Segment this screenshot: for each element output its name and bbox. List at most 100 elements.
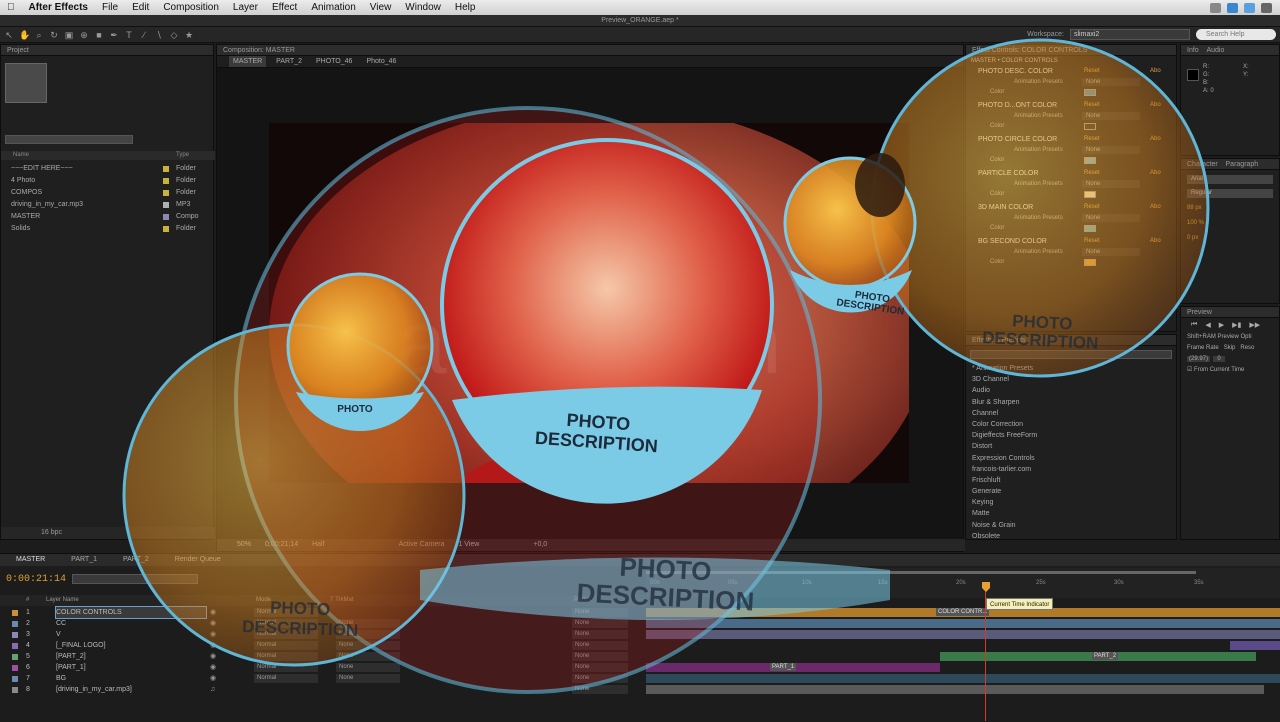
tab-part2[interactable]: PART_2 [123,554,149,566]
preset-category[interactable]: Digieffects FreeForm [966,430,1176,441]
preset-category[interactable]: Expression Controls [966,453,1176,464]
puppet-tool-icon[interactable]: ★ [184,30,194,40]
color-swatch[interactable] [1084,191,1096,198]
layer-label-color[interactable] [12,632,18,638]
layer-parent-select[interactable]: None [572,630,628,639]
preset-category[interactable]: Obsolete [966,531,1176,542]
audio-speaker-icon[interactable]: ♫ [210,684,215,695]
frame-rate-select[interactable]: (29.97) [1187,356,1211,362]
font-size-field[interactable]: 88 px [1187,203,1273,213]
color-swatch[interactable] [1084,89,1096,96]
about-button[interactable]: Abo [1150,102,1161,108]
menu-window[interactable]: Window [398,2,448,13]
layer-trkmat-select[interactable]: None [336,663,400,672]
preset-category[interactable]: francois-tarlier.com [966,464,1176,475]
visibility-eye-icon[interactable]: ◉ [210,640,216,651]
reset-button[interactable]: Reset [1084,204,1100,210]
font-family-select[interactable]: Arial [1187,175,1273,184]
visibility-eye-icon[interactable]: ◉ [210,651,216,662]
layer-mode-select[interactable]: Normal [254,641,318,650]
layer-label-color[interactable] [12,687,18,693]
ram-preview-options[interactable]: Shift+RAM Preview Opti [1181,332,1279,343]
layer-mode-select[interactable]: Normal [254,652,318,661]
layer-parent-select[interactable]: None [572,608,628,617]
reset-button[interactable]: Reset [1084,170,1100,176]
layer-label-color[interactable] [12,643,18,649]
layer-label-color[interactable] [12,654,18,660]
color-swatch[interactable] [1084,157,1096,164]
menu-effect[interactable]: Effect [265,2,304,13]
workspace-select[interactable]: slimaxi2 [1070,29,1190,40]
work-area-bar[interactable] [646,571,1196,574]
anim-presets-select[interactable]: None [1082,180,1140,188]
ram-preview-icon[interactable]: ▶▶ [1249,321,1260,329]
layer-name[interactable]: CC [56,618,206,629]
reset-button[interactable]: Reset [1084,68,1100,74]
color-swatch[interactable] [1084,123,1096,130]
comp-timecode[interactable]: 0;00;21;14 [265,539,298,551]
baseline-field[interactable]: 0 px [1187,233,1273,243]
pen-tool-icon[interactable]: ✒ [109,30,119,40]
effect-name[interactable]: 3D MAIN COLOR [978,204,1033,211]
hand-tool-icon[interactable]: ✋ [19,30,30,40]
preset-category[interactable]: * Animation Presets [966,363,1176,374]
visibility-eye-icon[interactable]: ◉ [210,673,216,684]
menu-layer[interactable]: Layer [226,2,265,13]
about-button[interactable]: Abo [1150,238,1161,244]
skip-select[interactable]: 0 [1213,356,1225,362]
effect-name[interactable]: PARTICLE COLOR [978,170,1038,177]
menu-app[interactable]: After Effects [22,2,95,13]
layer-duration-bar[interactable] [1230,641,1280,650]
layer-row[interactable]: 3 V ◉ Normal None None [0,629,1280,640]
zoom-select[interactable]: 50% [237,539,251,551]
visibility-eye-icon[interactable]: ◉ [210,618,216,629]
offset-value[interactable]: +0,0 [533,539,547,551]
view-select[interactable]: 1 View [458,539,479,551]
visibility-eye-icon[interactable]: ◉ [210,607,216,618]
anim-presets-select[interactable]: None [1082,78,1140,86]
project-item[interactable]: Solids Folder [1,223,215,235]
preset-category[interactable]: Distort [966,441,1176,452]
text-tool-icon[interactable]: T [124,30,134,40]
project-item[interactable]: MASTER Compo [1,211,215,223]
composition-canvas[interactable]: activeden [269,123,909,483]
next-frame-icon[interactable]: ▶▮ [1232,321,1241,329]
color-swatch[interactable] [1084,225,1096,232]
preset-category[interactable]: Channel [966,408,1176,419]
tab-character[interactable]: Character [1187,161,1218,168]
layer-parent-select[interactable]: None [572,685,628,694]
layer-name[interactable]: V [56,629,206,640]
menu-view[interactable]: View [363,2,399,13]
layer-row[interactable]: 8 [driving_in_my_car.mp3] ♫ None [0,684,1280,695]
col-mode[interactable]: Mode [256,595,271,606]
status-icon-1[interactable] [1210,2,1221,13]
tab-render-queue[interactable]: Render Queue [175,554,221,566]
layer-trkmat-select[interactable]: None [336,641,400,650]
crumb-master[interactable]: MASTER [229,56,267,67]
col-trkmat[interactable]: T TrkMat [330,595,354,606]
effect-name[interactable]: PHOTO D...ONT COLOR [978,102,1057,109]
project-item[interactable]: driving_in_my_car.mp3 MP3 [1,199,215,211]
layer-parent-select[interactable]: None [572,674,628,683]
layer-name[interactable]: [PART_2] [56,651,206,662]
twitter-icon[interactable] [1244,2,1255,13]
reset-button[interactable]: Reset [1084,102,1100,108]
reset-button[interactable]: Reset [1084,238,1100,244]
anim-presets-select[interactable]: None [1082,146,1140,154]
layer-row[interactable]: 4 [_FINAL LOGO] ◉ Normal None None [0,640,1280,651]
tab-master[interactable]: MASTER [16,554,45,566]
anim-presets-select[interactable]: None [1082,214,1140,222]
timeline-search-input[interactable] [72,574,198,584]
prev-frame-icon[interactable]: ◀ [1205,321,1210,329]
layer-label-color[interactable] [12,610,18,616]
layer-row[interactable]: 5 [PART_2] ◉ Normal None None PART_2 [0,651,1280,662]
color-swatch[interactable] [1084,259,1096,266]
col-parent[interactable]: Parent [574,595,592,606]
project-item[interactable]: COMPOS Folder [1,187,215,199]
rect-tool-icon[interactable]: ■ [94,30,104,40]
about-button[interactable]: Abo [1150,170,1161,176]
first-frame-icon[interactable]: ⏮ [1191,321,1197,329]
layer-label-color[interactable] [12,665,18,671]
preset-category[interactable]: Color Correction [966,419,1176,430]
col-layer-name[interactable]: Layer Name [46,595,79,606]
